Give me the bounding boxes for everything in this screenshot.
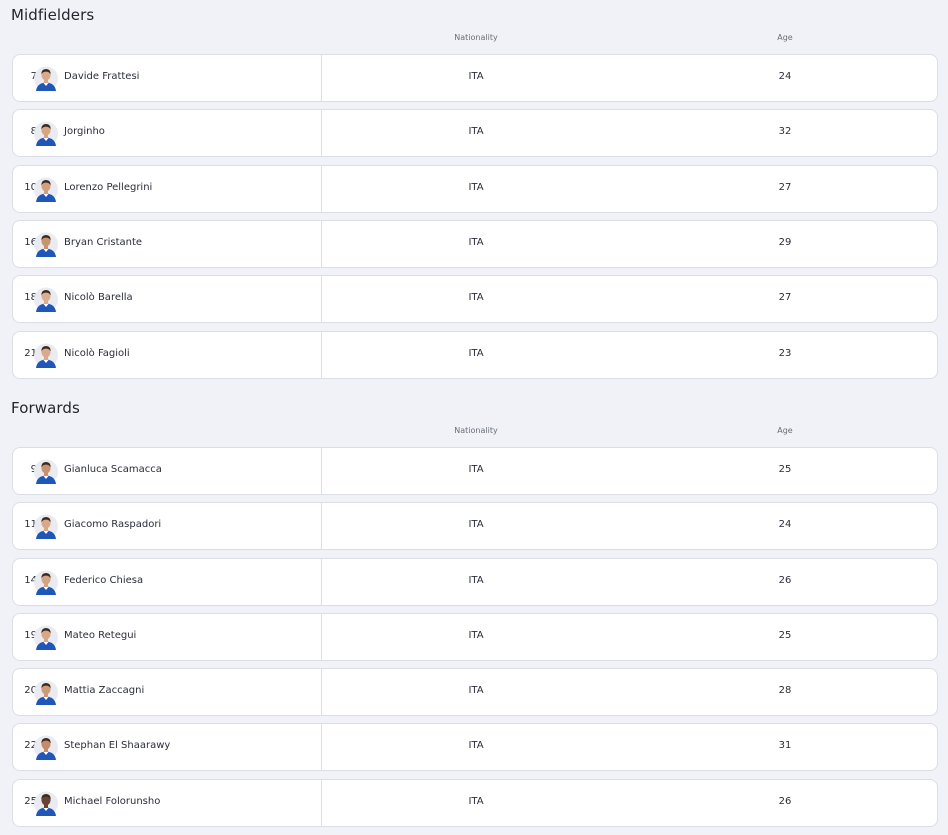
- player-photo-icon: [34, 232, 58, 257]
- player-photo-icon: [34, 121, 58, 146]
- column-divider: [321, 166, 322, 212]
- column-divider: [321, 448, 322, 494]
- section-title: Midfielders: [11, 6, 95, 24]
- player-age: 27: [778, 182, 792, 193]
- player-nationality: ITA: [468, 519, 484, 530]
- nationality-column-header: Nationality: [454, 426, 498, 435]
- player-name[interactable]: Mateo Retegui: [64, 630, 136, 641]
- player-photo-icon: [34, 66, 58, 91]
- player-name[interactable]: Stephan El Shaarawy: [64, 740, 170, 751]
- section-title: Forwards: [11, 399, 80, 417]
- column-divider: [321, 55, 322, 101]
- player-row[interactable]: 8 Jorginho ITA 32: [12, 109, 938, 157]
- player-age: 32: [778, 126, 792, 137]
- player-name[interactable]: Gianluca Scamacca: [64, 464, 162, 475]
- player-age: 29: [778, 237, 792, 248]
- player-nationality: ITA: [468, 575, 484, 586]
- column-divider: [321, 332, 322, 378]
- player-photo-icon: [34, 459, 58, 484]
- player-nationality: ITA: [468, 685, 484, 696]
- age-column-header: Age: [777, 33, 793, 42]
- player-photo-icon: [34, 570, 58, 595]
- player-nationality: ITA: [468, 237, 484, 248]
- column-divider: [321, 669, 322, 715]
- player-row[interactable]: 19 Mateo Retegui ITA 25: [12, 613, 938, 661]
- player-photo-icon: [34, 287, 58, 312]
- player-row[interactable]: 25 Michael Folorunsho ITA 26: [12, 779, 938, 827]
- player-row[interactable]: 18 Nicolò Barella ITA 27: [12, 275, 938, 323]
- player-name[interactable]: Nicolò Barella: [64, 292, 133, 303]
- player-row[interactable]: 10 Lorenzo Pellegrini ITA 27: [12, 165, 938, 213]
- player-nationality: ITA: [468, 464, 484, 475]
- player-age: 25: [778, 630, 792, 641]
- column-divider: [321, 276, 322, 322]
- player-photo-icon: [34, 625, 58, 650]
- player-name[interactable]: Lorenzo Pellegrini: [64, 182, 152, 193]
- column-divider: [321, 503, 322, 549]
- player-nationality: ITA: [468, 740, 484, 751]
- player-age: 31: [778, 740, 792, 751]
- column-divider: [321, 559, 322, 605]
- player-name[interactable]: Giacomo Raspadori: [64, 519, 161, 530]
- player-photo-icon: [34, 680, 58, 705]
- player-row[interactable]: 14 Federico Chiesa ITA 26: [12, 558, 938, 606]
- player-nationality: ITA: [468, 630, 484, 641]
- player-name[interactable]: Jorginho: [64, 126, 105, 137]
- column-divider: [321, 221, 322, 267]
- column-divider: [321, 780, 322, 826]
- player-name[interactable]: Federico Chiesa: [64, 575, 143, 586]
- player-age: 26: [778, 796, 792, 807]
- player-nationality: ITA: [468, 292, 484, 303]
- player-age: 26: [778, 575, 792, 586]
- player-row[interactable]: 11 Giacomo Raspadori ITA 24: [12, 502, 938, 550]
- player-photo-icon: [34, 791, 58, 816]
- column-divider: [321, 110, 322, 156]
- player-age: 24: [778, 71, 792, 82]
- player-age: 23: [778, 348, 792, 359]
- player-nationality: ITA: [468, 71, 484, 82]
- player-nationality: ITA: [468, 126, 484, 137]
- player-age: 28: [778, 685, 792, 696]
- player-name[interactable]: Nicolò Fagioli: [64, 348, 130, 359]
- player-row[interactable]: 7 Davide Frattesi ITA 24: [12, 54, 938, 102]
- column-divider: [321, 724, 322, 770]
- player-row[interactable]: 22 Stephan El Shaarawy ITA 31: [12, 723, 938, 771]
- player-photo-icon: [34, 735, 58, 760]
- player-nationality: ITA: [468, 796, 484, 807]
- player-name[interactable]: Davide Frattesi: [64, 71, 139, 82]
- player-nationality: ITA: [468, 348, 484, 359]
- player-name[interactable]: Michael Folorunsho: [64, 796, 160, 807]
- nationality-column-header: Nationality: [454, 33, 498, 42]
- player-nationality: ITA: [468, 182, 484, 193]
- age-column-header: Age: [777, 426, 793, 435]
- player-name[interactable]: Bryan Cristante: [64, 237, 142, 248]
- player-row[interactable]: 21 Nicolò Fagioli ITA 23: [12, 331, 938, 379]
- player-photo-icon: [34, 514, 58, 539]
- player-photo-icon: [34, 343, 58, 368]
- player-photo-icon: [34, 177, 58, 202]
- player-row[interactable]: 9 Gianluca Scamacca ITA 25: [12, 447, 938, 495]
- player-age: 27: [778, 292, 792, 303]
- player-age: 25: [778, 464, 792, 475]
- column-divider: [321, 614, 322, 660]
- player-name[interactable]: Mattia Zaccagni: [64, 685, 144, 696]
- player-row[interactable]: 20 Mattia Zaccagni ITA 28: [12, 668, 938, 716]
- player-age: 24: [778, 519, 792, 530]
- player-row[interactable]: 16 Bryan Cristante ITA 29: [12, 220, 938, 268]
